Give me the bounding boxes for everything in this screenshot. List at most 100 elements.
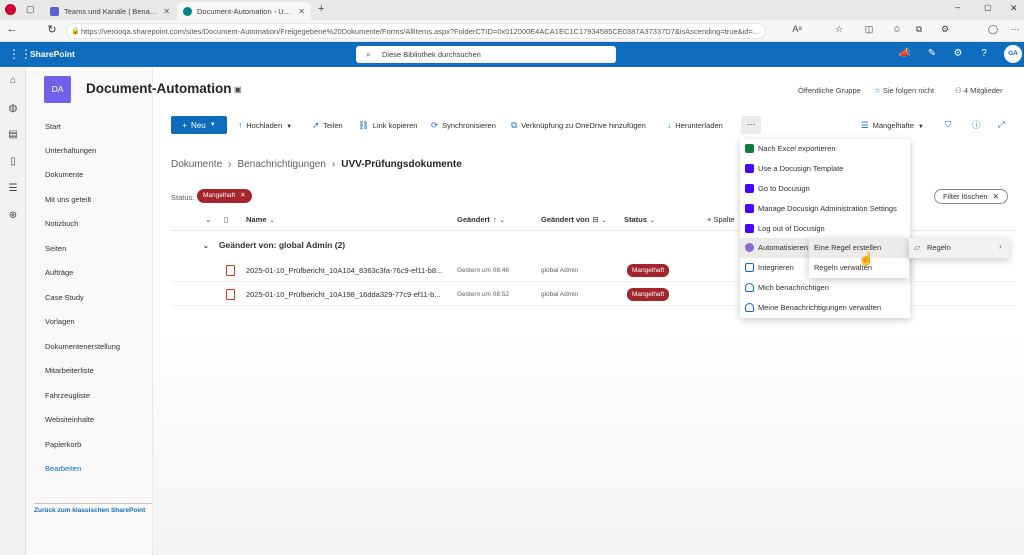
add-shortcut-button[interactable]: ⧉ Verknüpfung zu OneDrive hinzufügen — [511, 120, 646, 131]
column-name[interactable]: Name ⌄ — [246, 215, 274, 224]
nav-item-case-study[interactable]: Case Study — [45, 293, 84, 302]
extensions-icon[interactable]: ⚙ — [938, 24, 952, 35]
app-brand[interactable]: SharePoint — [30, 49, 75, 59]
nav-item-orders[interactable]: Aufträge — [45, 268, 73, 277]
classic-sharepoint-link[interactable]: Zurück zum klassischen SharePoint — [34, 507, 145, 514]
split-screen-icon[interactable]: ◫ — [862, 24, 876, 35]
breadcrumb-item[interactable]: Benachrichtigungen — [237, 159, 325, 170]
nav-item-pages[interactable]: Seiten — [45, 244, 66, 253]
nav-item-recycle-bin[interactable]: Papierkorb — [45, 440, 81, 449]
pdf-file-icon — [226, 265, 235, 276]
person-icon: ⚇ — [955, 86, 964, 95]
url-field[interactable]: 🔒 https://verooqa.sharepoint.com/sites/D… — [66, 23, 766, 39]
site-title[interactable]: Document-Automation — [86, 81, 232, 96]
members-button[interactable]: ⚇ 4 Mitglieder — [955, 86, 1003, 95]
filter-chip[interactable]: Mangelhaft ✕ — [197, 189, 252, 203]
column-modified[interactable]: Geändert ↑ ⌄ — [457, 215, 505, 224]
filter-icon[interactable]: ⛉ — [945, 119, 951, 130]
close-icon[interactable]: ✕ — [240, 192, 245, 199]
modified-by[interactable]: global Admin — [541, 267, 578, 274]
follow-button[interactable]: ☆ Sie folgen nicht — [874, 86, 934, 95]
menu-item-docusign-admin[interactable]: Manage Docusign Administration Settings — [740, 199, 910, 219]
nav-item-site-contents[interactable]: Websiteinhalte — [45, 415, 94, 424]
nav-item-documents[interactable]: Dokumente — [45, 170, 83, 179]
more-commands-button[interactable]: ··· — [741, 116, 761, 134]
nav-item-start[interactable]: Start — [45, 122, 61, 131]
avatar[interactable]: GA — [1004, 45, 1022, 63]
file-name-link[interactable]: 2025-01-10_Prüfbericht_10A104_8363c3fa-7… — [246, 266, 446, 275]
menu-item-manage-alerts[interactable]: Meine Benachrichtigungen verwalten — [740, 298, 910, 318]
modified-by[interactable]: global Admin — [541, 291, 578, 298]
help-icon[interactable]: ? — [977, 48, 991, 59]
tab-actions-icon[interactable]: ▢ — [26, 4, 35, 15]
minimize-icon[interactable]: – — [955, 2, 960, 12]
nav-edit-link[interactable]: Bearbeiten — [45, 464, 81, 473]
info-icon[interactable]: ⓘ — [972, 119, 981, 131]
column-modified-by[interactable]: Geändert von ⊟ ⌄ — [541, 215, 607, 224]
site-logo[interactable]: DA — [44, 76, 71, 103]
menu-item-alert-me[interactable]: Mich benachrichtigen — [740, 278, 910, 298]
file-name-link[interactable]: 2025-01-10_Prüfbericht_10A198_16dda329-7… — [246, 290, 446, 299]
nav-item-employees[interactable]: Mitarbeiterliste — [45, 366, 94, 375]
breadcrumb-item[interactable]: Dokumente — [171, 159, 222, 170]
new-tab-icon[interactable]: + — [318, 3, 324, 15]
menu-item-go-to-docusign[interactable]: Go to Docusign — [740, 179, 910, 199]
favorites-bar-icon[interactable]: ✩ — [890, 24, 904, 35]
menu-item-docusign-template[interactable]: Use a Docusign Template — [740, 159, 910, 179]
nav-item-notebook[interactable]: Notizbuch — [45, 219, 78, 228]
tab-sharepoint[interactable]: Document-Automation - UVV-Prüfungsdokume… — [177, 2, 311, 20]
select-all-chevron-icon[interactable]: ⌄ — [205, 215, 211, 224]
group-header[interactable]: ⌄ Geändert von: global Admin (2) — [203, 240, 345, 250]
add-column-button[interactable]: + Spalte — [707, 215, 735, 224]
view-selector[interactable]: ☰ Mangelhafte ▼ — [861, 120, 924, 131]
nav-item-templates[interactable]: Vorlagen — [45, 317, 75, 326]
file-type-icon[interactable]: ▯ — [224, 215, 228, 224]
profile-icon[interactable]: ◯ — [986, 24, 1000, 35]
app-rail: ⌂ ◍ ▤ ▯ ☰ ⊕ — [0, 67, 26, 555]
globe-icon[interactable]: ◍ — [5, 103, 21, 114]
upload-button[interactable]: ↑ Hochladen ▼ — [238, 120, 292, 130]
nav-item-shared[interactable]: Mit uns geteilt — [45, 195, 91, 204]
file-icon[interactable]: ▯ — [5, 156, 21, 167]
sync-button[interactable]: ⟳ Synchronisieren — [431, 120, 496, 131]
menu-item-docusign-logout[interactable]: Log out of Docusign — [740, 219, 910, 239]
back-icon[interactable]: ← — [4, 23, 20, 35]
browser-profile-icon[interactable] — [5, 4, 16, 15]
chat-icon[interactable]: ✎ — [925, 48, 939, 59]
more-icon[interactable]: ⋯ — [1008, 24, 1022, 35]
bell-icon — [745, 303, 754, 312]
nav-item-vehicles[interactable]: Fahrzeugliste — [45, 391, 90, 400]
close-icon[interactable]: ✕ — [163, 7, 170, 16]
new-button[interactable]: + Neu ▼ — [171, 116, 227, 134]
close-window-icon[interactable]: ✕ — [1010, 3, 1018, 14]
status-badge: Mangelhaft — [627, 288, 670, 301]
clear-filter-button[interactable]: Filter löschen ✕ — [934, 189, 1008, 204]
add-circle-icon[interactable]: ⊕ — [5, 210, 21, 221]
megaphone-icon[interactable]: 📣 — [898, 48, 912, 59]
share-button[interactable]: ↗ Teilen — [312, 120, 343, 131]
expand-icon[interactable]: ⤢ — [998, 119, 1005, 130]
close-icon[interactable]: ✕ — [298, 7, 305, 16]
maximize-icon[interactable]: ▢ — [984, 3, 992, 12]
list-icon[interactable]: ☰ — [5, 183, 21, 194]
column-status[interactable]: Status ⌄ — [624, 215, 655, 224]
menu-item-export-excel[interactable]: Nach Excel exportieren — [740, 139, 910, 159]
nav-item-conversations[interactable]: Unterhaltungen — [45, 146, 96, 155]
rules-submenu-item[interactable]: ▱ Regeln › — [909, 238, 1009, 258]
chevron-right-icon: › — [331, 159, 336, 170]
group-type-label: Öffentliche Gruppe — [798, 86, 861, 95]
waffle-icon[interactable]: ⋮⋮ — [8, 47, 32, 61]
read-aloud-icon[interactable]: Aᵃ — [790, 24, 804, 34]
copy-link-button[interactable]: ⛓ Link kopieren — [358, 120, 417, 131]
home-icon[interactable]: ⌂ — [5, 75, 21, 86]
collections-icon[interactable]: ⧉ — [912, 24, 926, 35]
download-button[interactable]: ↓ Herunterladen — [667, 120, 723, 130]
settings-gear-icon[interactable]: ⚙ — [951, 48, 965, 59]
reload-icon[interactable]: ↻ — [44, 23, 60, 36]
nav-item-document-creation[interactable]: Dokumentenerstellung — [45, 342, 120, 351]
tab-teams[interactable]: Teams und Kanäle | Benachrichtigung ✕ — [44, 2, 176, 20]
search-input[interactable]: ⌕ Diese Bibliothek durchsuchen — [356, 46, 616, 63]
favorite-icon[interactable]: ☆ — [832, 24, 846, 35]
news-icon[interactable]: ▤ — [5, 129, 21, 140]
address-bar-row: ← ↻ 🔒 https://verooqa.sharepoint.com/sit… — [0, 20, 1024, 42]
